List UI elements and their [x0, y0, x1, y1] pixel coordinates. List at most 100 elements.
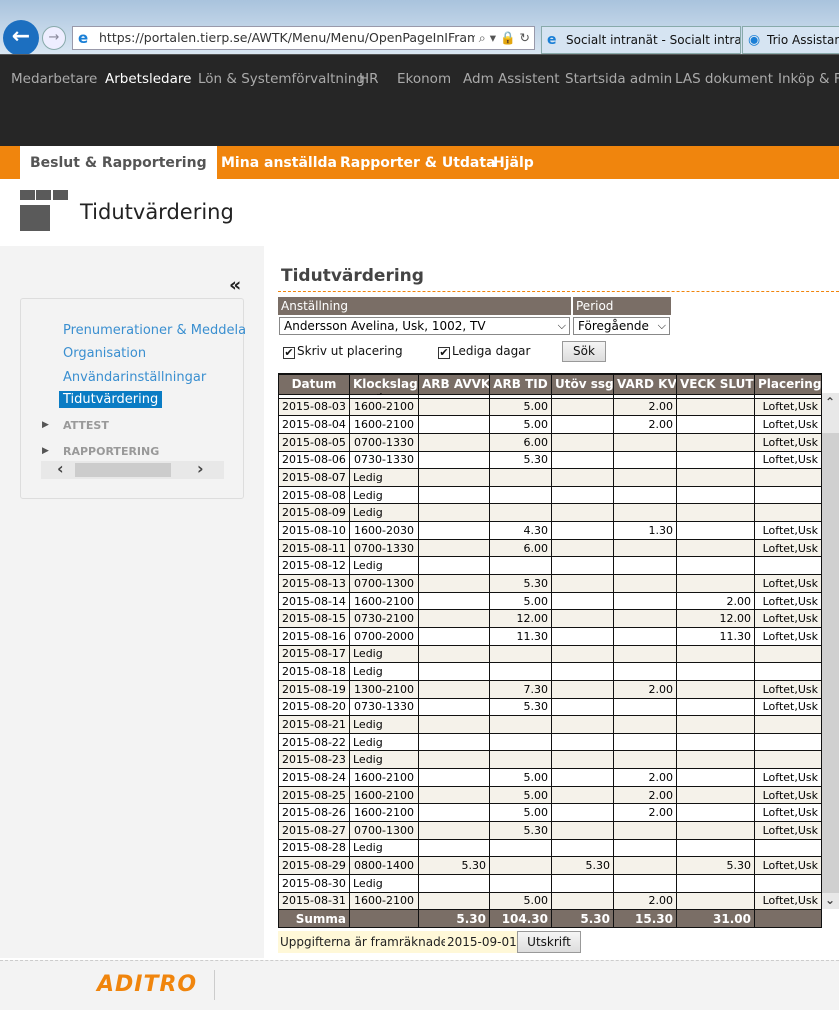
browser-tab[interactable]: ◉ Trio Assistant: [742, 26, 839, 54]
scroll-right-icon[interactable]: ›: [197, 459, 204, 478]
tab-rapporter[interactable]: Rapporter & Utdata: [340, 146, 496, 179]
checkbox-checked-icon[interactable]: ✔: [283, 347, 295, 359]
table-cell: [676, 821, 755, 840]
table-cell: 0700-1300: [349, 821, 419, 840]
tab-beslut[interactable]: Beslut & Rapportering: [20, 146, 217, 179]
url-text: https://portalen.tierp.se/AWTK/Menu/Menu…: [99, 30, 522, 45]
sidebar-group-attest[interactable]: ATTEST: [63, 419, 109, 432]
expand-icon[interactable]: ▶: [42, 420, 49, 430]
nav-item[interactable]: Arbetsledare: [105, 71, 191, 87]
table-cell: Ledig: [349, 732, 419, 752]
utskrift-button[interactable]: Utskrift: [517, 931, 581, 953]
table-cell: 5.00: [489, 397, 552, 417]
table-cell: [754, 503, 822, 523]
time-table: 2015-08-02Ledig2015-08-031600-21005.002.…: [278, 393, 822, 909]
sidebar-item-prenumerationer[interactable]: Prenumerationer & Meddela: [63, 323, 246, 338]
table-row: 2015-08-06 0730-1330 5.30 Loftet,Usk: [278, 450, 822, 470]
table-cell: Loftet,Usk: [754, 626, 822, 646]
scroll-thumb[interactable]: [822, 433, 839, 893]
nav-item[interactable]: Medarbetare: [11, 71, 97, 87]
nav-item[interactable]: Lön & Systemförvaltning: [198, 71, 365, 87]
back-button[interactable]: ←: [3, 20, 39, 56]
nav-item[interactable]: Ekonom: [397, 71, 451, 87]
search-lock-refresh-icons[interactable]: ⌕ ▾ 🔒 ↻: [474, 27, 530, 49]
table-cell: [551, 821, 614, 840]
sidebar-item-organisation[interactable]: Organisation: [63, 346, 146, 361]
nav-item[interactable]: HR: [359, 71, 379, 87]
table-cell: 5.30: [489, 450, 552, 470]
scroll-down-icon[interactable]: ⌄: [825, 893, 835, 907]
table-row: 2015-08-16 0700-2000 11.30 11.30 Loftet,Usk: [278, 626, 822, 646]
table-cell: [613, 732, 677, 752]
table-cell: 0730-1330: [349, 450, 419, 470]
table-cell: 2015-08-07: [278, 468, 350, 487]
table-cell: 2015-08-20: [278, 697, 350, 717]
table-cell: [613, 432, 677, 452]
nav-item[interactable]: Startsida admin: [565, 71, 672, 87]
table-cell: [613, 503, 677, 523]
period-select[interactable]: Föregående ⌵: [573, 317, 670, 335]
browser-tab[interactable]: e Socialt intranät - Socialt intranät: [541, 26, 741, 54]
table-cell: [418, 873, 490, 893]
column-header: Placering: [754, 373, 822, 395]
table-cell: [613, 574, 677, 593]
horizontal-scrollbar[interactable]: ‹ ›: [41, 459, 224, 479]
table-cell: [418, 803, 490, 823]
table-row: 2015-08-12 Ledig: [278, 556, 822, 576]
table-cell: [418, 626, 490, 646]
nav-item[interactable]: Inköp & Fa: [778, 71, 839, 87]
summa-cell: 15.30: [613, 909, 677, 928]
table-cell: 2015-08-13: [278, 574, 350, 593]
table-cell: [613, 556, 677, 576]
scroll-left-icon[interactable]: ‹: [57, 459, 64, 478]
table-cell: 1600-2100: [349, 803, 419, 823]
vertical-scrollbar[interactable]: ⌃ ⌄: [822, 393, 839, 909]
table-cell: [418, 432, 490, 452]
scroll-thumb[interactable]: [75, 463, 171, 477]
forward-button[interactable]: →: [42, 26, 66, 50]
anstallning-select[interactable]: Andersson Avelina, Usk, 1002, TV ⌵: [279, 317, 570, 335]
table-cell: 1600-2100: [349, 768, 419, 787]
tab-mina-anstallda[interactable]: Mina anställda: [221, 146, 337, 179]
skriv-ut-placering-checkbox[interactable]: ✔ Skriv ut placering: [283, 344, 403, 359]
checkbox-label: Skriv ut placering: [297, 344, 403, 358]
table-cell: [551, 750, 614, 770]
table-cell: [754, 873, 822, 893]
table-cell: [613, 838, 677, 858]
table-cell: [418, 574, 490, 593]
table-cell: 2015-08-22: [278, 732, 350, 752]
sidebar-item-tidutvardering[interactable]: Tidutvärdering: [59, 391, 163, 408]
table-cell: 2015-08-15: [278, 609, 350, 628]
table-row: 2015-08-05 0700-1330 6.00 Loftet,Usk: [278, 432, 822, 452]
page-title: Tidutvärdering: [80, 200, 234, 224]
sidebar-group-rapportering[interactable]: RAPPORTERING: [63, 445, 159, 458]
table-cell: [418, 715, 490, 734]
expand-icon[interactable]: ▶: [42, 446, 49, 456]
table-cell: Ledig: [349, 503, 419, 523]
checkbox-checked-icon[interactable]: ✔: [438, 347, 450, 359]
table-cell: Loftet,Usk: [754, 521, 822, 540]
sok-button[interactable]: Sök: [562, 341, 606, 362]
collapse-sidebar-button[interactable]: «: [229, 274, 241, 296]
table-cell: Loftet,Usk: [754, 609, 822, 628]
table-row: 2015-08-14 1600-2100 5.00 2.00 Loftet,Usk: [278, 591, 822, 611]
table-cell: 2.00: [613, 679, 677, 699]
table-cell: 5.30: [418, 856, 490, 875]
table-cell: [418, 450, 490, 470]
address-bar[interactable]: e https://portalen.tierp.se/AWTK/Menu/Men…: [72, 26, 535, 50]
table-scroll-area[interactable]: 2015-08-02Ledig2015-08-031600-21005.002.…: [278, 393, 822, 909]
tab-hjalp[interactable]: Hjälp: [493, 146, 534, 179]
sidebar-item-anvandarinstallningar[interactable]: Användarinställningar: [63, 370, 206, 385]
nav-item[interactable]: LAS dokument: [675, 71, 773, 87]
summa-cell: 5.30: [551, 909, 614, 928]
scroll-up-icon[interactable]: ⌃: [825, 395, 835, 409]
table-row: 2015-08-09 Ledig: [278, 503, 822, 523]
table-cell: Loftet,Usk: [754, 679, 822, 699]
column-header: ARB TID: [489, 373, 552, 395]
table-cell: [551, 768, 614, 787]
table-cell: 2015-08-11: [278, 538, 350, 558]
nav-item[interactable]: Adm Assistent: [463, 71, 560, 87]
table-cell: [613, 750, 677, 770]
table-cell: 0700-1300: [349, 574, 419, 593]
lediga-dagar-checkbox[interactable]: ✔ Lediga dagar: [438, 344, 530, 359]
